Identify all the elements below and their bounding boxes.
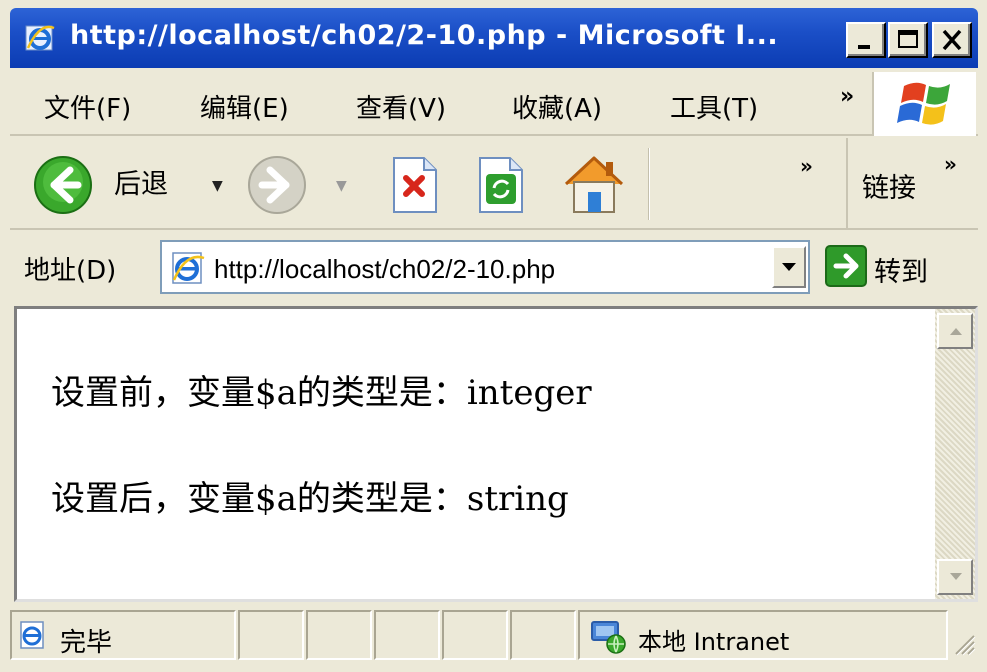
address-url: http://localhost/ch02/2-10.php	[214, 254, 556, 284]
scroll-up-button[interactable]	[937, 313, 973, 349]
menu-overflow-button[interactable]: »	[840, 84, 854, 109]
status-pane	[306, 610, 372, 660]
toolbar-separator	[648, 148, 650, 220]
stop-button[interactable]	[386, 154, 442, 216]
page-icon	[172, 252, 205, 284]
maximize-button[interactable]	[888, 22, 928, 58]
menu-bar: 文件(F) 编辑(E) 查看(V) 收藏(A) 工具(T) »	[10, 70, 978, 136]
toolbar-overflow-button[interactable]: »	[800, 154, 813, 178]
minimize-icon	[858, 45, 870, 49]
chevron-up-icon	[950, 328, 962, 335]
close-button[interactable]	[932, 22, 972, 58]
resize-grip-icon[interactable]	[950, 630, 976, 656]
go-label: 转到	[874, 257, 928, 288]
menu-file[interactable]: 文件(F)	[44, 88, 131, 125]
forward-icon	[248, 156, 306, 214]
maximize-icon	[898, 30, 918, 48]
back-icon	[34, 156, 92, 214]
close-icon	[942, 29, 962, 51]
menu-view[interactable]: 查看(V)	[356, 88, 446, 125]
status-pane	[374, 610, 440, 660]
menu-edit[interactable]: 编辑(E)	[200, 88, 289, 125]
status-pane	[510, 610, 576, 660]
title-bar[interactable]: http://localhost/ch02/2-10.php - Microso…	[10, 8, 978, 68]
content-line-after: 设置后，变量$a的类型是：string	[51, 479, 569, 519]
address-bar: 地址(D) http://localhost/ch02/2-10.php 转到	[10, 232, 978, 300]
zone-text: 本地 Intranet	[638, 628, 790, 656]
back-button[interactable]: 后退	[28, 154, 168, 214]
address-dropdown-button[interactable]	[772, 246, 806, 288]
menu-favorites[interactable]: 收藏(A)	[512, 88, 602, 125]
status-pane-zone: 本地 Intranet	[578, 610, 948, 660]
scroll-down-button[interactable]	[937, 559, 973, 595]
page-icon	[20, 621, 44, 649]
minimize-button[interactable]	[846, 22, 886, 58]
status-bar: 完毕 本地 Intranet	[10, 606, 978, 664]
links-bar[interactable]: 链接 »	[846, 138, 978, 230]
forward-button[interactable]	[246, 154, 308, 216]
windows-logo-icon	[897, 82, 950, 125]
back-dropdown-arrow[interactable]: ▼	[212, 178, 223, 194]
links-overflow-button[interactable]: »	[944, 152, 957, 176]
go-button[interactable]: 转到	[822, 244, 972, 290]
page-content: 设置前，变量$a的类型是：integer 设置后，变量$a的类型是：string	[14, 306, 978, 602]
back-label: 后退	[114, 169, 168, 200]
content-line-before: 设置前，变量$a的类型是：integer	[51, 373, 592, 413]
status-pane-main: 完毕	[10, 610, 236, 660]
status-pane	[442, 610, 508, 660]
windows-logo	[872, 72, 976, 136]
status-text: 完毕	[60, 628, 113, 658]
links-label: 链接	[862, 173, 916, 204]
intranet-icon	[591, 621, 626, 654]
menu-tools[interactable]: 工具(T)	[670, 88, 758, 125]
address-input[interactable]: http://localhost/ch02/2-10.php	[160, 240, 810, 294]
home-button[interactable]	[558, 148, 630, 220]
vertical-scrollbar[interactable]	[935, 309, 975, 599]
stop-icon	[393, 157, 437, 213]
browser-window: http://localhost/ch02/2-10.php - Microso…	[0, 0, 987, 672]
window-title: http://localhost/ch02/2-10.php - Microso…	[70, 20, 779, 51]
ie-icon	[25, 25, 55, 51]
go-icon	[825, 245, 867, 287]
chevron-down-icon	[782, 263, 796, 271]
refresh-icon	[479, 157, 523, 213]
home-icon	[564, 156, 624, 213]
status-pane	[238, 610, 304, 660]
chevron-down-icon	[950, 573, 962, 580]
refresh-button[interactable]	[472, 154, 528, 216]
address-label: 地址(D)	[24, 256, 117, 286]
forward-dropdown-arrow[interactable]: ▼	[336, 178, 347, 194]
toolbar: 后退 ▼ ▼ » 链接 »	[10, 138, 978, 230]
